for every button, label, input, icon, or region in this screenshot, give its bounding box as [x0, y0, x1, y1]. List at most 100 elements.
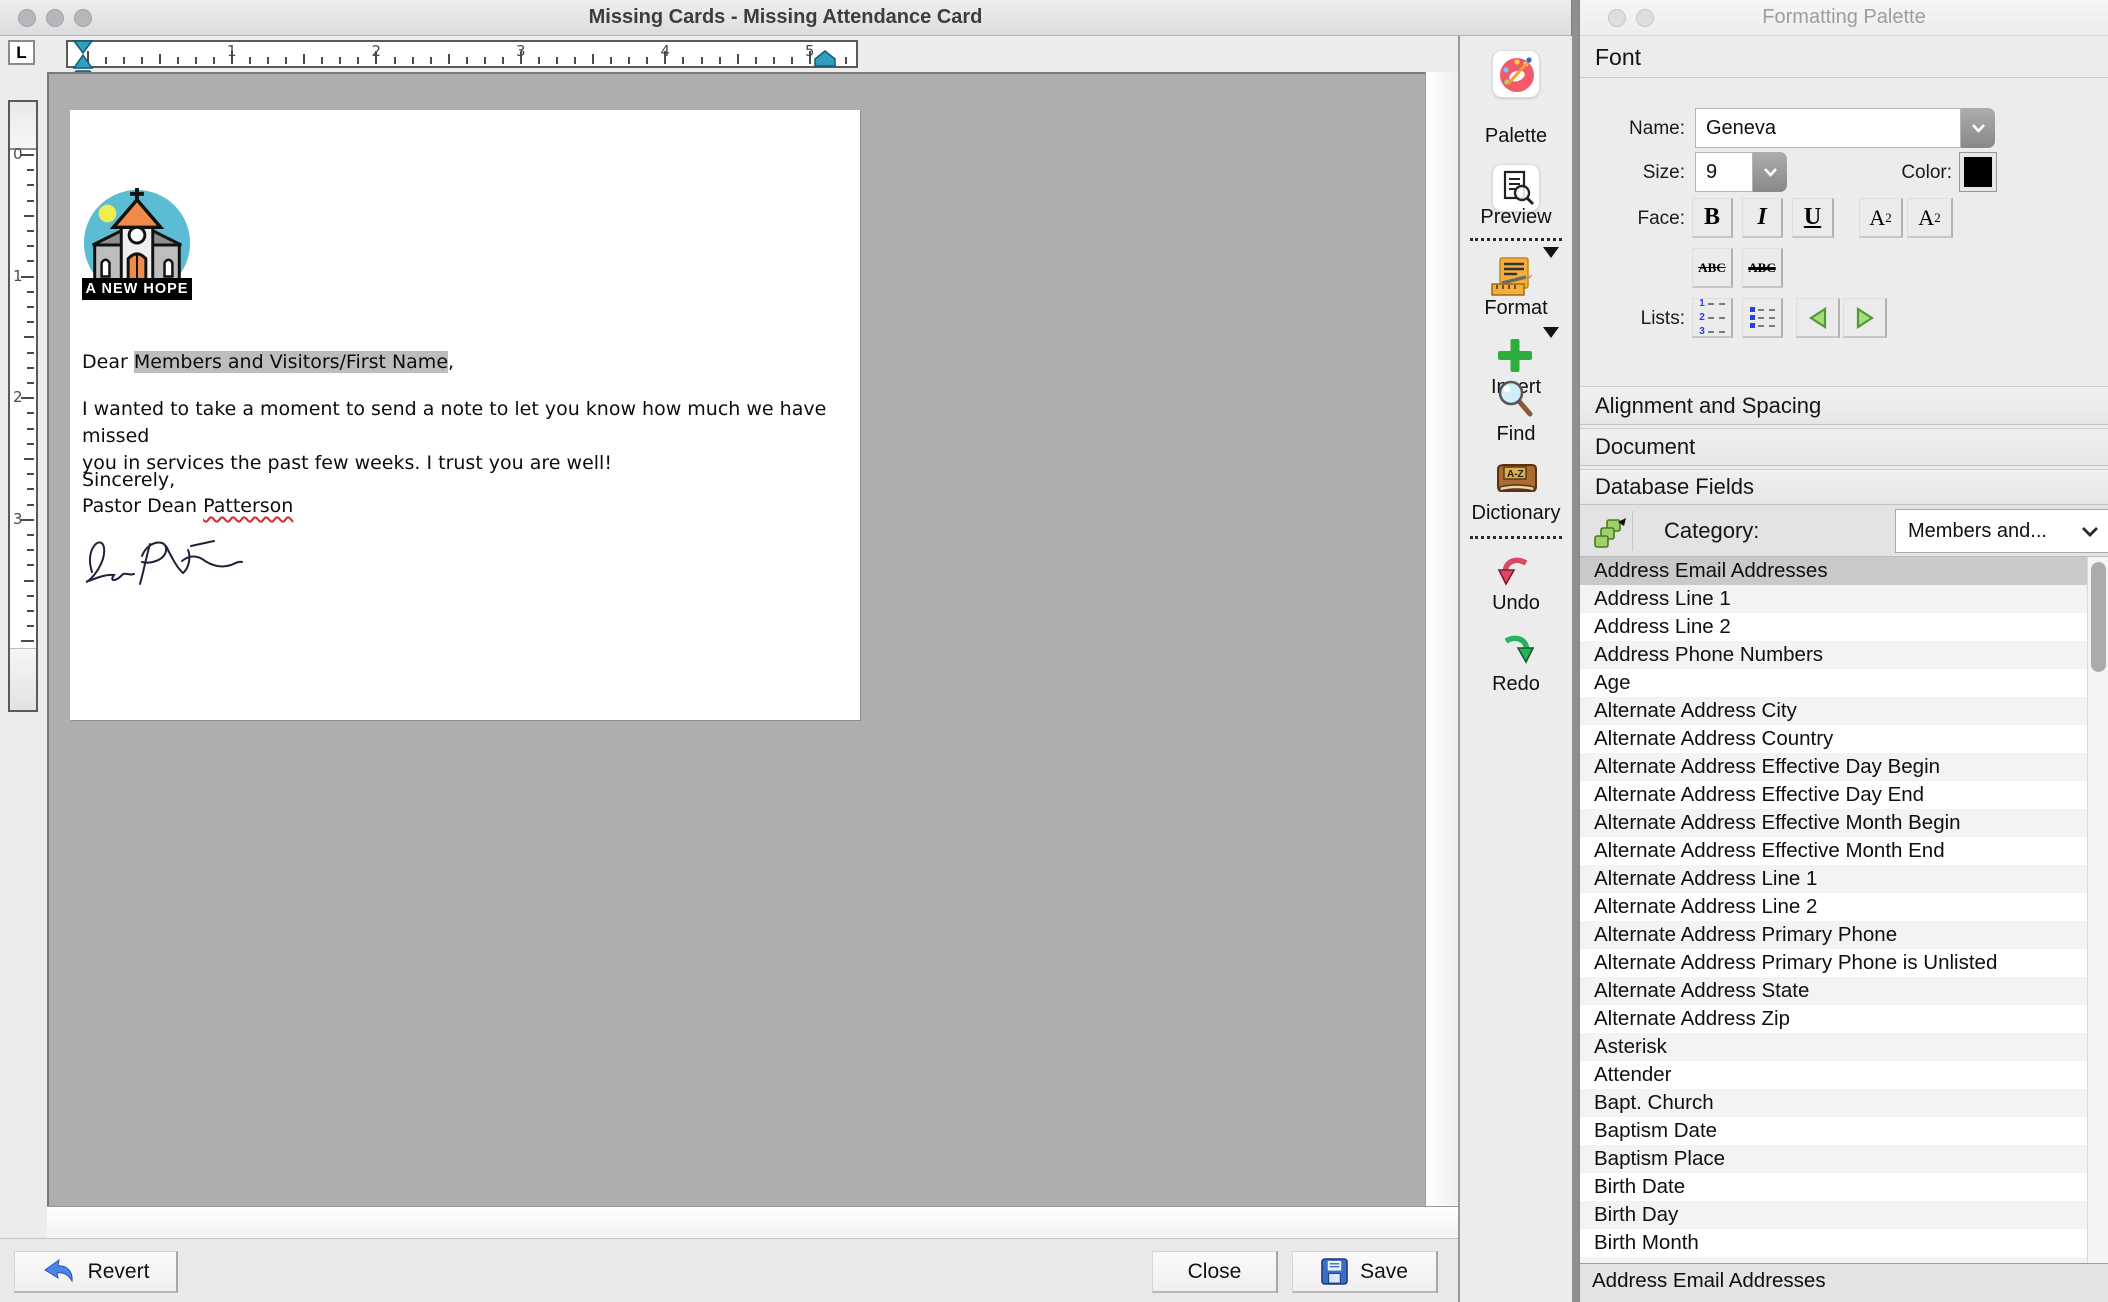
font-name-field[interactable]: Geneva — [1695, 108, 1961, 148]
palette-icon[interactable] — [1492, 50, 1540, 98]
signoff-line: Pastor Dean Patterson — [82, 495, 293, 517]
divider — [1580, 77, 2108, 78]
tab-stop-selector[interactable]: L — [8, 40, 35, 65]
font-color-swatch[interactable] — [1959, 152, 1997, 192]
toolbar-divider — [1470, 536, 1562, 539]
revert-icon — [42, 1259, 76, 1285]
field-row[interactable]: Bapt. Church — [1580, 1089, 2087, 1117]
vertical-ruler[interactable]: 0123 — [8, 100, 38, 712]
field-row[interactable]: Alternate Address Effective Month Begin — [1580, 809, 2087, 837]
font-name-dropdown-button[interactable] — [1961, 108, 1995, 148]
numbered-list-button[interactable]: 1 2 3 — [1692, 298, 1733, 338]
database-fields-section-header[interactable]: Database Fields — [1580, 469, 2108, 505]
field-row[interactable]: Alternate Address Primary Phone — [1580, 921, 2087, 949]
find-icon[interactable] — [1495, 379, 1537, 419]
document-horizontal-scrollbar[interactable] — [47, 1206, 1458, 1238]
document-vertical-scrollbar[interactable] — [1425, 72, 1458, 1206]
alignment-section-header[interactable]: Alignment and Spacing — [1580, 386, 2108, 425]
format-icon[interactable] — [1490, 256, 1542, 298]
field-row[interactable]: Alternate Address Primary Phone is Unlis… — [1580, 949, 2087, 977]
main-titlebar[interactable]: Missing Cards - Missing Attendance Card — [0, 0, 1571, 36]
letter-page[interactable]: A NEW HOPE Dear Members and Visitors/Fir… — [70, 110, 860, 720]
close-button[interactable]: Close — [1152, 1251, 1278, 1293]
field-row[interactable]: Baptism Place — [1580, 1145, 2087, 1173]
fields-list-scrollbar[interactable] — [2087, 557, 2108, 1263]
font-size-field[interactable]: 9 — [1695, 152, 1753, 192]
preview-icon[interactable] — [1492, 164, 1540, 212]
insert-dropdown-arrow[interactable] — [1543, 327, 1559, 338]
right-indent-marker[interactable] — [814, 50, 836, 67]
field-row[interactable]: Birth Date — [1580, 1173, 2087, 1201]
increase-indent-button[interactable] — [1843, 298, 1887, 338]
field-row[interactable]: Address Phone Numbers — [1580, 641, 2087, 669]
undo-icon[interactable] — [1497, 556, 1535, 588]
field-row[interactable]: Alternate Address Line 2 — [1580, 893, 2087, 921]
save-icon — [1321, 1258, 1348, 1285]
toolbar-dictionary-label[interactable]: Dictionary — [1460, 502, 1572, 525]
bulleted-list-button[interactable] — [1742, 298, 1783, 338]
window-title: Missing Cards - Missing Attendance Card — [0, 6, 1571, 29]
decrease-indent-button[interactable] — [1796, 298, 1840, 338]
left-triangle-icon — [1808, 307, 1828, 329]
category-dropdown[interactable]: Members and... — [1895, 509, 2108, 553]
field-row[interactable]: Alternate Address Zip — [1580, 1005, 2087, 1033]
field-row[interactable]: Alternate Address State — [1580, 977, 2087, 1005]
field-row[interactable]: Birth Day — [1580, 1201, 2087, 1229]
bold-button[interactable]: B — [1692, 198, 1733, 238]
toolbar-undo-label[interactable]: Undo — [1460, 592, 1572, 615]
format-dropdown-arrow[interactable] — [1543, 247, 1559, 258]
dictionary-icon[interactable]: A-Z — [1492, 461, 1540, 497]
save-button[interactable]: Save — [1292, 1251, 1438, 1293]
field-row[interactable]: Address Line 2 — [1580, 613, 2087, 641]
revert-label: Revert — [88, 1260, 150, 1284]
field-row[interactable]: Address Email Addresses — [1580, 557, 2087, 585]
font-section-header[interactable]: Font — [1595, 44, 1641, 71]
palette-title: Formatting Palette — [1580, 6, 2108, 29]
field-row[interactable]: Address Line 1 — [1580, 585, 2087, 613]
superscript-button[interactable]: A2 — [1859, 198, 1903, 238]
document-window: Missing Cards - Missing Attendance Card … — [0, 0, 1572, 1302]
first-line-indent-marker[interactable] — [73, 40, 93, 54]
field-row[interactable]: Alternate Address Country — [1580, 725, 2087, 753]
toolbar-palette-label[interactable]: Palette — [1460, 125, 1572, 148]
font-color-value — [1964, 157, 1992, 187]
field-row[interactable]: Alternate Address Effective Month End — [1580, 837, 2087, 865]
font-size-label: Size: — [1585, 162, 1685, 184]
double-strikethrough-button[interactable]: ABC — [1742, 248, 1783, 288]
fields-list-scroll-thumb[interactable] — [2091, 562, 2106, 672]
field-row[interactable]: Alternate Address Effective Day Begin — [1580, 753, 2087, 781]
insert-icon[interactable] — [1498, 338, 1534, 374]
font-color-label: Color: — [1862, 162, 1952, 184]
toolbar-format-label[interactable]: Format — [1460, 297, 1572, 320]
document-canvas[interactable]: A NEW HOPE Dear Members and Visitors/Fir… — [47, 72, 1425, 1206]
field-row[interactable]: Age — [1580, 669, 2087, 697]
merge-field[interactable]: Members and Visitors/First Name — [134, 351, 448, 373]
document-section-header[interactable]: Document — [1580, 428, 2108, 466]
underline-button[interactable]: U — [1792, 198, 1834, 238]
database-fields-list[interactable]: Address Email AddressesAddress Line 1Add… — [1580, 557, 2087, 1263]
toolbar-preview-label[interactable]: Preview — [1460, 206, 1572, 229]
field-row[interactable]: Alternate Address City — [1580, 697, 2087, 725]
toolbar-redo-label[interactable]: Redo — [1460, 673, 1572, 696]
subscript-button[interactable]: A2 — [1907, 198, 1953, 238]
field-row[interactable]: Attender — [1580, 1061, 2087, 1089]
field-row[interactable]: Alternate Address Line 1 — [1580, 865, 2087, 893]
toolbar-find-label[interactable]: Find — [1460, 423, 1572, 446]
font-size-value: 9 — [1706, 161, 1717, 184]
italic-button[interactable]: I — [1742, 198, 1783, 238]
database-fields-icon[interactable] — [1593, 517, 1627, 549]
strikethrough-button[interactable]: ABC — [1692, 248, 1733, 288]
chevron-down-icon — [1971, 123, 1986, 133]
field-row[interactable]: Asterisk — [1580, 1033, 2087, 1061]
font-size-dropdown-button[interactable] — [1753, 152, 1787, 192]
field-row[interactable]: Baptism Date — [1580, 1117, 2087, 1145]
field-row[interactable]: Alternate Address Effective Day End — [1580, 781, 2087, 809]
redo-icon[interactable] — [1497, 634, 1535, 666]
field-row[interactable]: Birth Month — [1580, 1229, 2087, 1257]
revert-button[interactable]: Revert — [14, 1251, 178, 1293]
side-toolbar: Palette Preview — [1458, 36, 1572, 1302]
horizontal-ruler[interactable]: 12345 — [66, 40, 858, 68]
body-paragraph: I wanted to take a moment to send a note… — [82, 396, 860, 477]
left-indent-marker[interactable] — [73, 54, 93, 69]
palette-titlebar[interactable]: Formatting Palette — [1580, 0, 2108, 36]
